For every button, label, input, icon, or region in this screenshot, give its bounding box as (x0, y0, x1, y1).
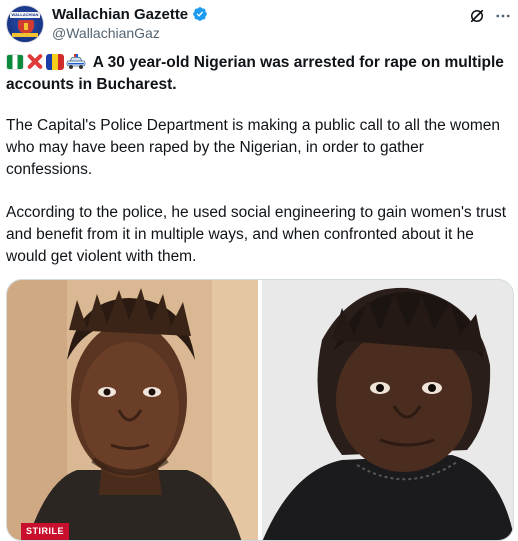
grok-icon[interactable] (468, 7, 486, 25)
tweet-media[interactable]: STIRILE (6, 279, 514, 541)
stirile-overlay-label: STIRILE (21, 523, 70, 540)
cross-mark-icon (26, 53, 44, 70)
nigeria-flag-icon (6, 54, 24, 70)
avatar[interactable]: WALLACHIAN GAZETTE (6, 5, 44, 43)
romania-flag-icon (46, 54, 64, 70)
author-names: Wallachian Gazette @WallachianGaz (52, 4, 208, 41)
media-photo-left[interactable]: STIRILE (7, 280, 258, 540)
police-car-icon (66, 54, 86, 69)
tweet-paragraph-2: The Capital's Police Department is makin… (6, 117, 501, 178)
more-options-icon[interactable] (494, 7, 512, 25)
tweet-body: A 30 year-old Nigerian was arrested for … (6, 52, 514, 268)
photo-right-drawing (262, 280, 513, 540)
avatar-shield-icon (18, 20, 34, 34)
tweet-paragraph-3: According to the police, he used social … (6, 204, 507, 265)
media-divider (258, 280, 260, 540)
avatar-label: WALLACHIAN GAZETTE (10, 12, 40, 23)
author-handle[interactable]: @WallachianGaz (52, 25, 208, 41)
media-photo-right[interactable] (262, 280, 513, 540)
tweet-headline-paragraph: A 30 year-old Nigerian was arrested for … (6, 52, 514, 96)
display-name[interactable]: Wallachian Gazette (52, 6, 188, 23)
tweet-header: WALLACHIAN GAZETTE Wallachian Gazette @W… (6, 4, 512, 44)
photo-left-drawing (7, 280, 258, 540)
name-row: Wallachian Gazette (52, 4, 208, 24)
verified-badge-icon (193, 7, 207, 21)
avatar-band (12, 33, 38, 37)
